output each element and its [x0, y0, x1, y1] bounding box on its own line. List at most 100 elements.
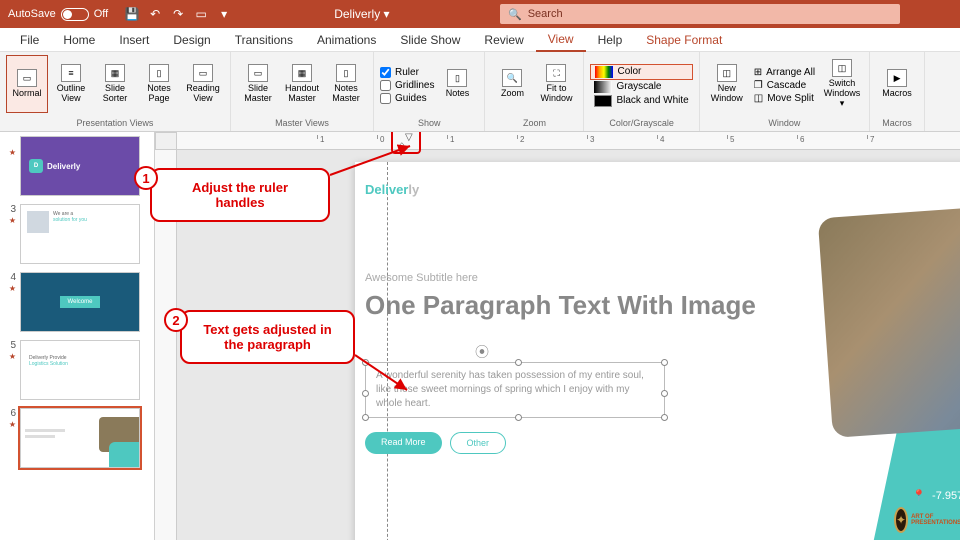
horizontal-ruler[interactable]: 0 1 1 2 3 4 5 6 7 ▽ ⌂: [177, 132, 960, 150]
thumb-number: 3★: [4, 204, 16, 264]
tab-review[interactable]: Review: [472, 29, 535, 51]
qat-more-icon[interactable]: ▾: [214, 4, 234, 24]
thumbnail-3[interactable]: 3★ We are asolution for you: [4, 204, 150, 264]
tab-design[interactable]: Design: [161, 29, 222, 51]
tab-view[interactable]: View: [536, 28, 586, 52]
thumbnail-5[interactable]: 5★ Deliverly ProvideLogistics Solution: [4, 340, 150, 400]
search-box[interactable]: 🔍 Search: [500, 4, 900, 24]
cascade-button[interactable]: ❐Cascade: [750, 79, 819, 92]
tab-insert[interactable]: Insert: [107, 29, 161, 51]
slide-heading[interactable]: One Paragraph Text With Image: [365, 290, 756, 321]
read-more-button[interactable]: Read More: [365, 432, 442, 454]
save-icon[interactable]: 💾: [122, 4, 142, 24]
autosave-label: AutoSave: [8, 8, 56, 20]
fit-to-window-button[interactable]: ⛶Fit to Window: [535, 55, 577, 113]
thumb-number: 5★: [4, 340, 16, 400]
new-window-button[interactable]: ◫New Window: [706, 55, 748, 113]
new-window-icon: ◫: [717, 64, 737, 82]
start-from-beginning-icon[interactable]: ▭: [191, 4, 211, 24]
slide-master-icon: ▭: [248, 64, 268, 82]
target-indicator-icon: ⦿: [475, 342, 489, 362]
color-button[interactable]: Color: [590, 64, 692, 80]
slide-textbox-selected[interactable]: A wonderful serenity has taken possessio…: [365, 362, 665, 418]
normal-icon: ▭: [17, 69, 37, 87]
logo-icon: ✦: [894, 507, 908, 533]
resize-handle[interactable]: [515, 414, 522, 421]
tab-transitions[interactable]: Transitions: [223, 29, 305, 51]
ruler-checkbox[interactable]: Ruler: [380, 66, 434, 79]
thumbnail-1[interactable]: ★ DDeliverly: [4, 136, 150, 196]
textbox-body: A wonderful serenity has taken possessio…: [376, 370, 644, 409]
move-split-icon: ◫: [754, 93, 763, 104]
callout-badge-1: 1: [134, 166, 158, 190]
resize-handle[interactable]: [661, 390, 668, 397]
autosave-state: Off: [94, 8, 108, 20]
gridlines-checkbox[interactable]: Gridlines: [380, 79, 434, 92]
toggle-icon: [61, 8, 89, 21]
guide-line: [387, 162, 388, 540]
tab-home[interactable]: Home: [51, 29, 107, 51]
resize-handle[interactable]: [661, 414, 668, 421]
tab-shape-format[interactable]: Shape Format: [634, 29, 734, 51]
slide-thumbnails-panel[interactable]: ★ DDeliverly 3★ We are asolution for you…: [0, 132, 155, 540]
slide-brand: Deliverly: [365, 182, 419, 197]
group-color-grayscale: Color Grayscale Black and White Color/Gr…: [584, 52, 699, 131]
zoom-icon: 🔍: [502, 69, 522, 87]
resize-handle[interactable]: [515, 359, 522, 366]
thumbnail-4[interactable]: 4★ Welcome: [4, 272, 150, 332]
grayscale-button[interactable]: Grayscale: [590, 80, 692, 94]
macros-button[interactable]: ▶Macros: [876, 55, 918, 113]
tab-file[interactable]: File: [8, 29, 51, 51]
undo-icon[interactable]: ↶: [145, 4, 165, 24]
resize-handle[interactable]: [362, 359, 369, 366]
switch-windows-button[interactable]: ◫Switch Windows ▾: [821, 55, 863, 113]
slide-image[interactable]: [818, 196, 960, 438]
slide-master-button[interactable]: ▭Slide Master: [237, 55, 279, 113]
slide-subtitle[interactable]: Awesome Subtitle here: [365, 272, 478, 284]
tab-animations[interactable]: Animations: [305, 29, 388, 51]
zoom-button[interactable]: 🔍Zoom: [491, 55, 533, 113]
thumb-number: 4★: [4, 272, 16, 332]
search-icon: 🔍: [508, 8, 522, 21]
normal-view-button[interactable]: ▭Normal: [6, 55, 48, 113]
document-title[interactable]: Deliverly ▾: [234, 7, 500, 21]
resize-handle[interactable]: [362, 390, 369, 397]
group-label: Color/Grayscale: [590, 116, 692, 128]
autosave-toggle[interactable]: AutoSave Off: [0, 8, 116, 21]
cascade-icon: ❐: [754, 80, 763, 91]
tab-help[interactable]: Help: [586, 29, 635, 51]
thumb-number: 6★: [4, 408, 16, 468]
resize-handle[interactable]: [362, 414, 369, 421]
callout-2-text: Text gets adjusted in the paragraph: [203, 322, 331, 352]
resize-handle[interactable]: [661, 359, 668, 366]
search-placeholder: Search: [528, 8, 563, 20]
guides-checkbox[interactable]: Guides: [380, 92, 434, 105]
outline-view-button[interactable]: ≡Outline View: [50, 55, 92, 113]
tab-slideshow[interactable]: Slide Show: [388, 29, 472, 51]
notes-page-button[interactable]: ▯Notes Page: [138, 55, 180, 113]
other-button[interactable]: Other: [450, 432, 507, 454]
quick-access-toolbar: 💾 ↶ ↷ ▭ ▾: [122, 4, 234, 24]
handout-master-button[interactable]: ▦Handout Master: [281, 55, 323, 113]
group-zoom: 🔍Zoom ⛶Fit to Window Zoom: [485, 52, 584, 131]
slide-buttons: Read More Other: [365, 432, 506, 454]
slide-sorter-button[interactable]: ▦Slide Sorter: [94, 55, 136, 113]
reading-view-button[interactable]: ▭Reading View: [182, 55, 224, 113]
ribbon: ▭Normal ≡Outline View ▦Slide Sorter ▯Not…: [0, 52, 960, 132]
group-label: Macros: [876, 116, 918, 128]
workspace: ★ DDeliverly 3★ We are asolution for you…: [0, 132, 960, 540]
grayscale-swatch-icon: [594, 81, 612, 93]
group-presentation-views: ▭Normal ≡Outline View ▦Slide Sorter ▯Not…: [0, 52, 231, 131]
watermark-logo: ✦ ART OFPRESENTATIONS: [894, 506, 954, 534]
handout-master-icon: ▦: [292, 64, 312, 82]
slide-editor[interactable]: Deliverly Awesome Subtitle here One Para…: [355, 162, 960, 540]
sorter-icon: ▦: [105, 64, 125, 82]
bw-button[interactable]: Black and White: [590, 94, 692, 108]
arrange-all-button[interactable]: ⊞Arrange All: [750, 66, 819, 79]
notes-button[interactable]: ▯Notes: [436, 55, 478, 113]
thumbnail-6[interactable]: 6★: [4, 408, 150, 468]
move-split-button[interactable]: ◫Move Split: [750, 92, 819, 105]
notes-master-button[interactable]: ▯Notes Master: [325, 55, 367, 113]
redo-icon[interactable]: ↷: [168, 4, 188, 24]
group-label: Master Views: [237, 116, 367, 128]
